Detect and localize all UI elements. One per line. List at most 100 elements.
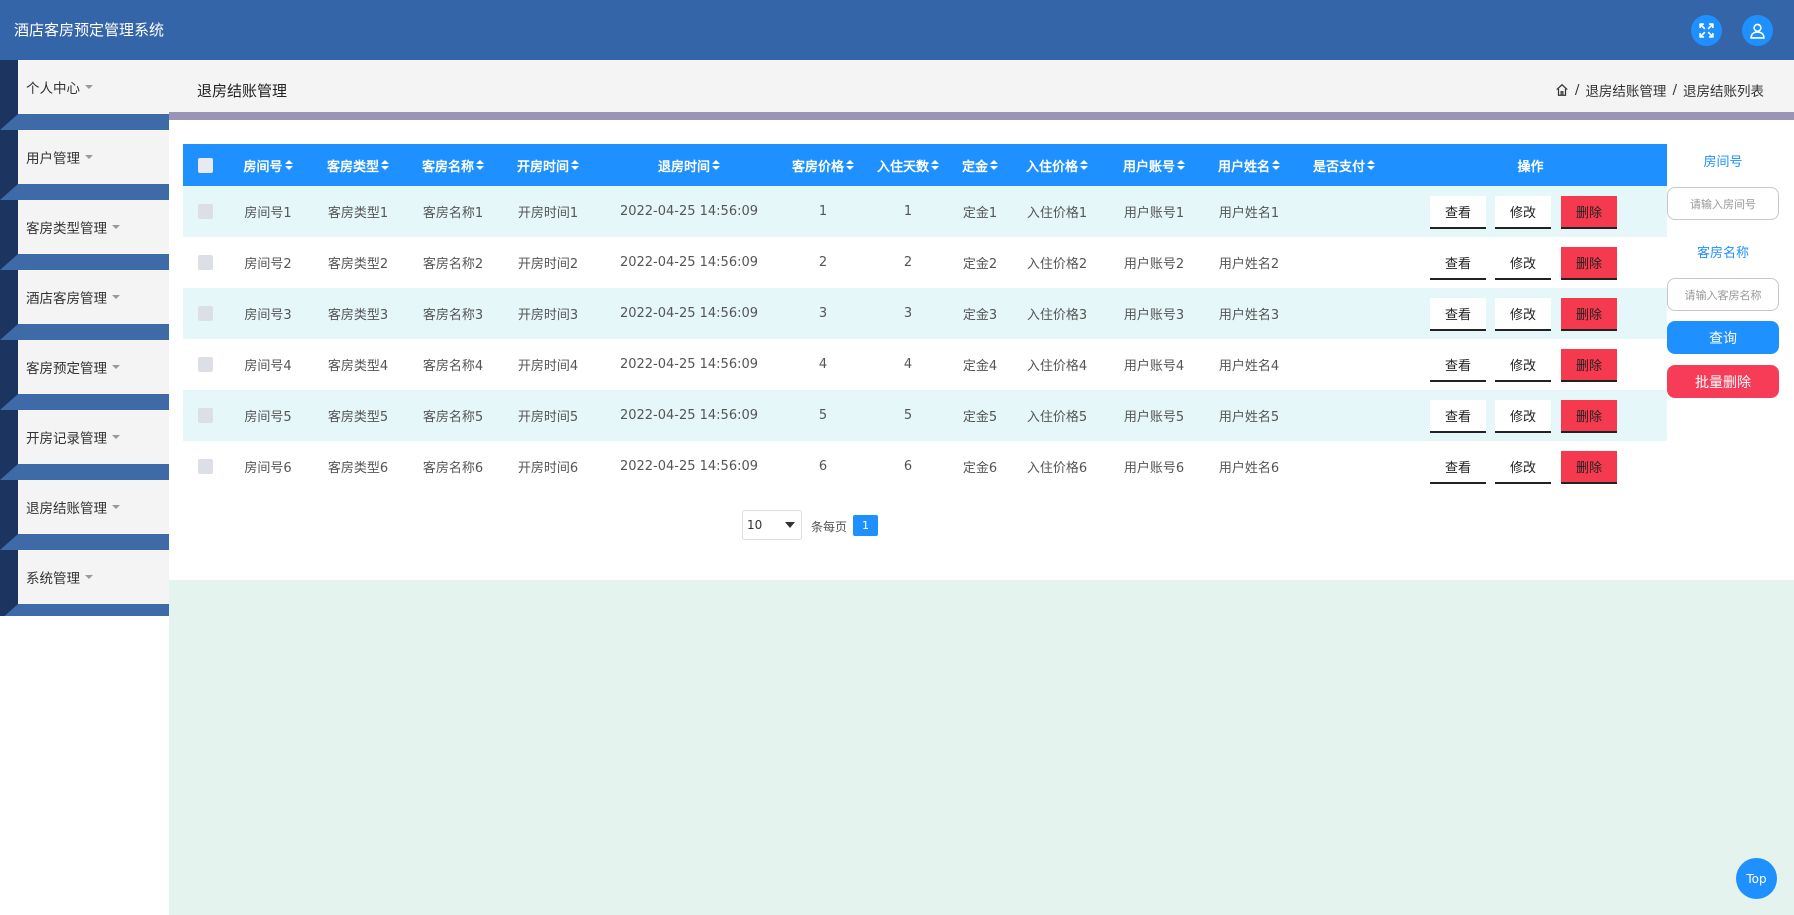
edit-button[interactable]: 修改	[1495, 349, 1551, 382]
cell-room-no: 房间号1	[244, 206, 292, 221]
row-checkbox[interactable]	[198, 459, 213, 474]
sidebar-item-user-management[interactable]: 用户管理	[18, 130, 169, 184]
sidebar-item-booking-management[interactable]: 客房预定管理	[18, 340, 169, 394]
column-header-room-name[interactable]: 客房名称	[408, 144, 498, 186]
content-background	[169, 580, 1794, 915]
page-size-select[interactable]: 10	[742, 510, 802, 540]
sidebar-item-label: 开房记录管理	[26, 431, 107, 447]
per-page-label: 条每页	[811, 520, 848, 534]
view-button[interactable]: 查看	[1430, 400, 1486, 433]
delete-button[interactable]: 删除	[1561, 298, 1617, 331]
cell-checkout-time: 2022-04-25 14:56:09	[619, 408, 759, 423]
select-all-checkbox[interactable]	[198, 157, 213, 173]
sidebar-divider	[0, 534, 169, 550]
sidebar-item-label: 客房类型管理	[26, 221, 107, 237]
column-header-paid[interactable]: 是否支付	[1294, 144, 1394, 186]
sidebar-item-checkin-record-management[interactable]: 开房记录管理	[18, 410, 169, 464]
column-header-user-name[interactable]: 用户姓名	[1204, 144, 1294, 186]
cell-price: 4	[818, 357, 828, 372]
page-header: 退房结账管理 / 退房结账管理 / 退房结账列表	[169, 60, 1794, 112]
cell-room-name: 客房名称1	[422, 206, 484, 221]
delete-button[interactable]: 删除	[1561, 196, 1617, 229]
caret-down-icon	[85, 85, 93, 89]
cell-account: 用户账号2	[1123, 257, 1185, 272]
view-button[interactable]: 查看	[1430, 298, 1486, 331]
view-button[interactable]: 查看	[1430, 247, 1486, 280]
breadcrumb-separator: /	[1574, 82, 1580, 98]
column-header-price[interactable]: 客房价格	[780, 144, 866, 186]
cell-account: 用户账号1	[1123, 206, 1185, 221]
room-no-placeholder: 请输入房间号	[1690, 197, 1756, 211]
fullscreen-button[interactable]	[1691, 15, 1722, 46]
edit-button[interactable]: 修改	[1495, 451, 1551, 484]
column-header-days[interactable]: 入住天数	[866, 144, 950, 186]
column-header-open-time[interactable]: 开房时间	[498, 144, 598, 186]
cell-room-no: 房间号6	[244, 461, 292, 476]
cell-days: 4	[903, 357, 913, 372]
breadcrumb-item[interactable]: 退房结账管理	[1585, 80, 1666, 100]
delete-button[interactable]: 删除	[1561, 247, 1617, 280]
table-row: 房间号5 客房类型5 客房名称5 开房时间5 2022-04-25 14:56:09 5 5…	[183, 390, 1667, 441]
caret-down-icon	[85, 155, 93, 159]
edit-button[interactable]: 修改	[1495, 400, 1551, 433]
cell-price: 3	[818, 306, 828, 321]
edit-button[interactable]: 修改	[1495, 247, 1551, 280]
view-button[interactable]: 查看	[1430, 196, 1486, 229]
edit-button[interactable]: 修改	[1495, 196, 1551, 229]
breadcrumb: / 退房结账管理 / 退房结账列表	[1555, 80, 1764, 100]
column-header-checkout-time[interactable]: 退房时间	[598, 144, 780, 186]
column-header-room-type[interactable]: 客房类型	[308, 144, 408, 186]
cell-open-time: 开房时间3	[517, 308, 579, 323]
cell-room-type: 客房类型3	[327, 308, 389, 323]
column-header-account[interactable]: 用户账号	[1104, 144, 1204, 186]
caret-down-icon	[112, 505, 120, 509]
room-no-input[interactable]: 请输入房间号	[1667, 187, 1779, 220]
row-checkbox[interactable]	[198, 408, 213, 423]
back-to-top-button[interactable]: Top	[1736, 858, 1777, 899]
delete-button[interactable]: 删除	[1561, 400, 1617, 433]
sidebar-divider	[0, 394, 169, 410]
view-button[interactable]: 查看	[1430, 349, 1486, 382]
sidebar-item-personal-center[interactable]: 个人中心	[18, 60, 169, 114]
column-header-stay-price[interactable]: 入住价格	[1010, 144, 1104, 186]
view-button[interactable]: 查看	[1430, 451, 1486, 484]
cell-days: 1	[903, 204, 913, 219]
delete-button[interactable]: 删除	[1561, 451, 1617, 484]
caret-down-icon	[85, 575, 93, 579]
sidebar-item-checkout-management[interactable]: 退房结账管理	[18, 480, 169, 534]
page-number-button[interactable]: 1	[853, 515, 878, 536]
row-checkbox[interactable]	[198, 255, 213, 270]
cell-open-time: 开房时间6	[517, 461, 579, 476]
row-checkbox[interactable]	[198, 204, 213, 219]
column-header-deposit[interactable]: 定金	[950, 144, 1010, 186]
sidebar-item-hotel-room-management[interactable]: 酒店客房管理	[18, 270, 169, 324]
sidebar-item-room-type-management[interactable]: 客房类型管理	[18, 200, 169, 254]
breadcrumb-current: 退房结账列表	[1683, 84, 1764, 100]
cell-room-name: 客房名称2	[422, 257, 484, 272]
sidebar-item-system-management[interactable]: 系统管理	[18, 550, 169, 604]
sort-icon	[476, 160, 484, 170]
delete-button[interactable]: 删除	[1561, 349, 1617, 382]
sort-icon	[1080, 160, 1088, 170]
caret-down-icon	[112, 295, 120, 299]
room-name-label: 客房名称	[1696, 246, 1749, 261]
home-icon[interactable]	[1555, 83, 1569, 97]
edit-button[interactable]: 修改	[1495, 298, 1551, 331]
cell-stay-price: 入住价格6	[1026, 461, 1088, 476]
sort-icon	[381, 160, 389, 170]
fullscreen-icon	[1699, 23, 1714, 38]
sort-icon	[931, 160, 939, 170]
page-size-value: 10	[747, 518, 763, 532]
cell-paid	[1294, 237, 1394, 288]
batch-delete-button[interactable]: 批量删除	[1667, 365, 1779, 398]
search-button[interactable]: 查询	[1667, 321, 1779, 354]
column-header-room-no[interactable]: 房间号	[228, 144, 308, 186]
room-name-input[interactable]: 请输入客房名称	[1667, 278, 1779, 311]
cell-paid	[1294, 288, 1394, 339]
header-divider	[169, 112, 1794, 120]
row-checkbox[interactable]	[198, 357, 213, 372]
cell-user-name: 用户姓名1	[1218, 206, 1280, 221]
user-button[interactable]	[1742, 15, 1773, 46]
cell-open-time: 开房时间4	[517, 359, 579, 374]
row-checkbox[interactable]	[198, 306, 213, 321]
